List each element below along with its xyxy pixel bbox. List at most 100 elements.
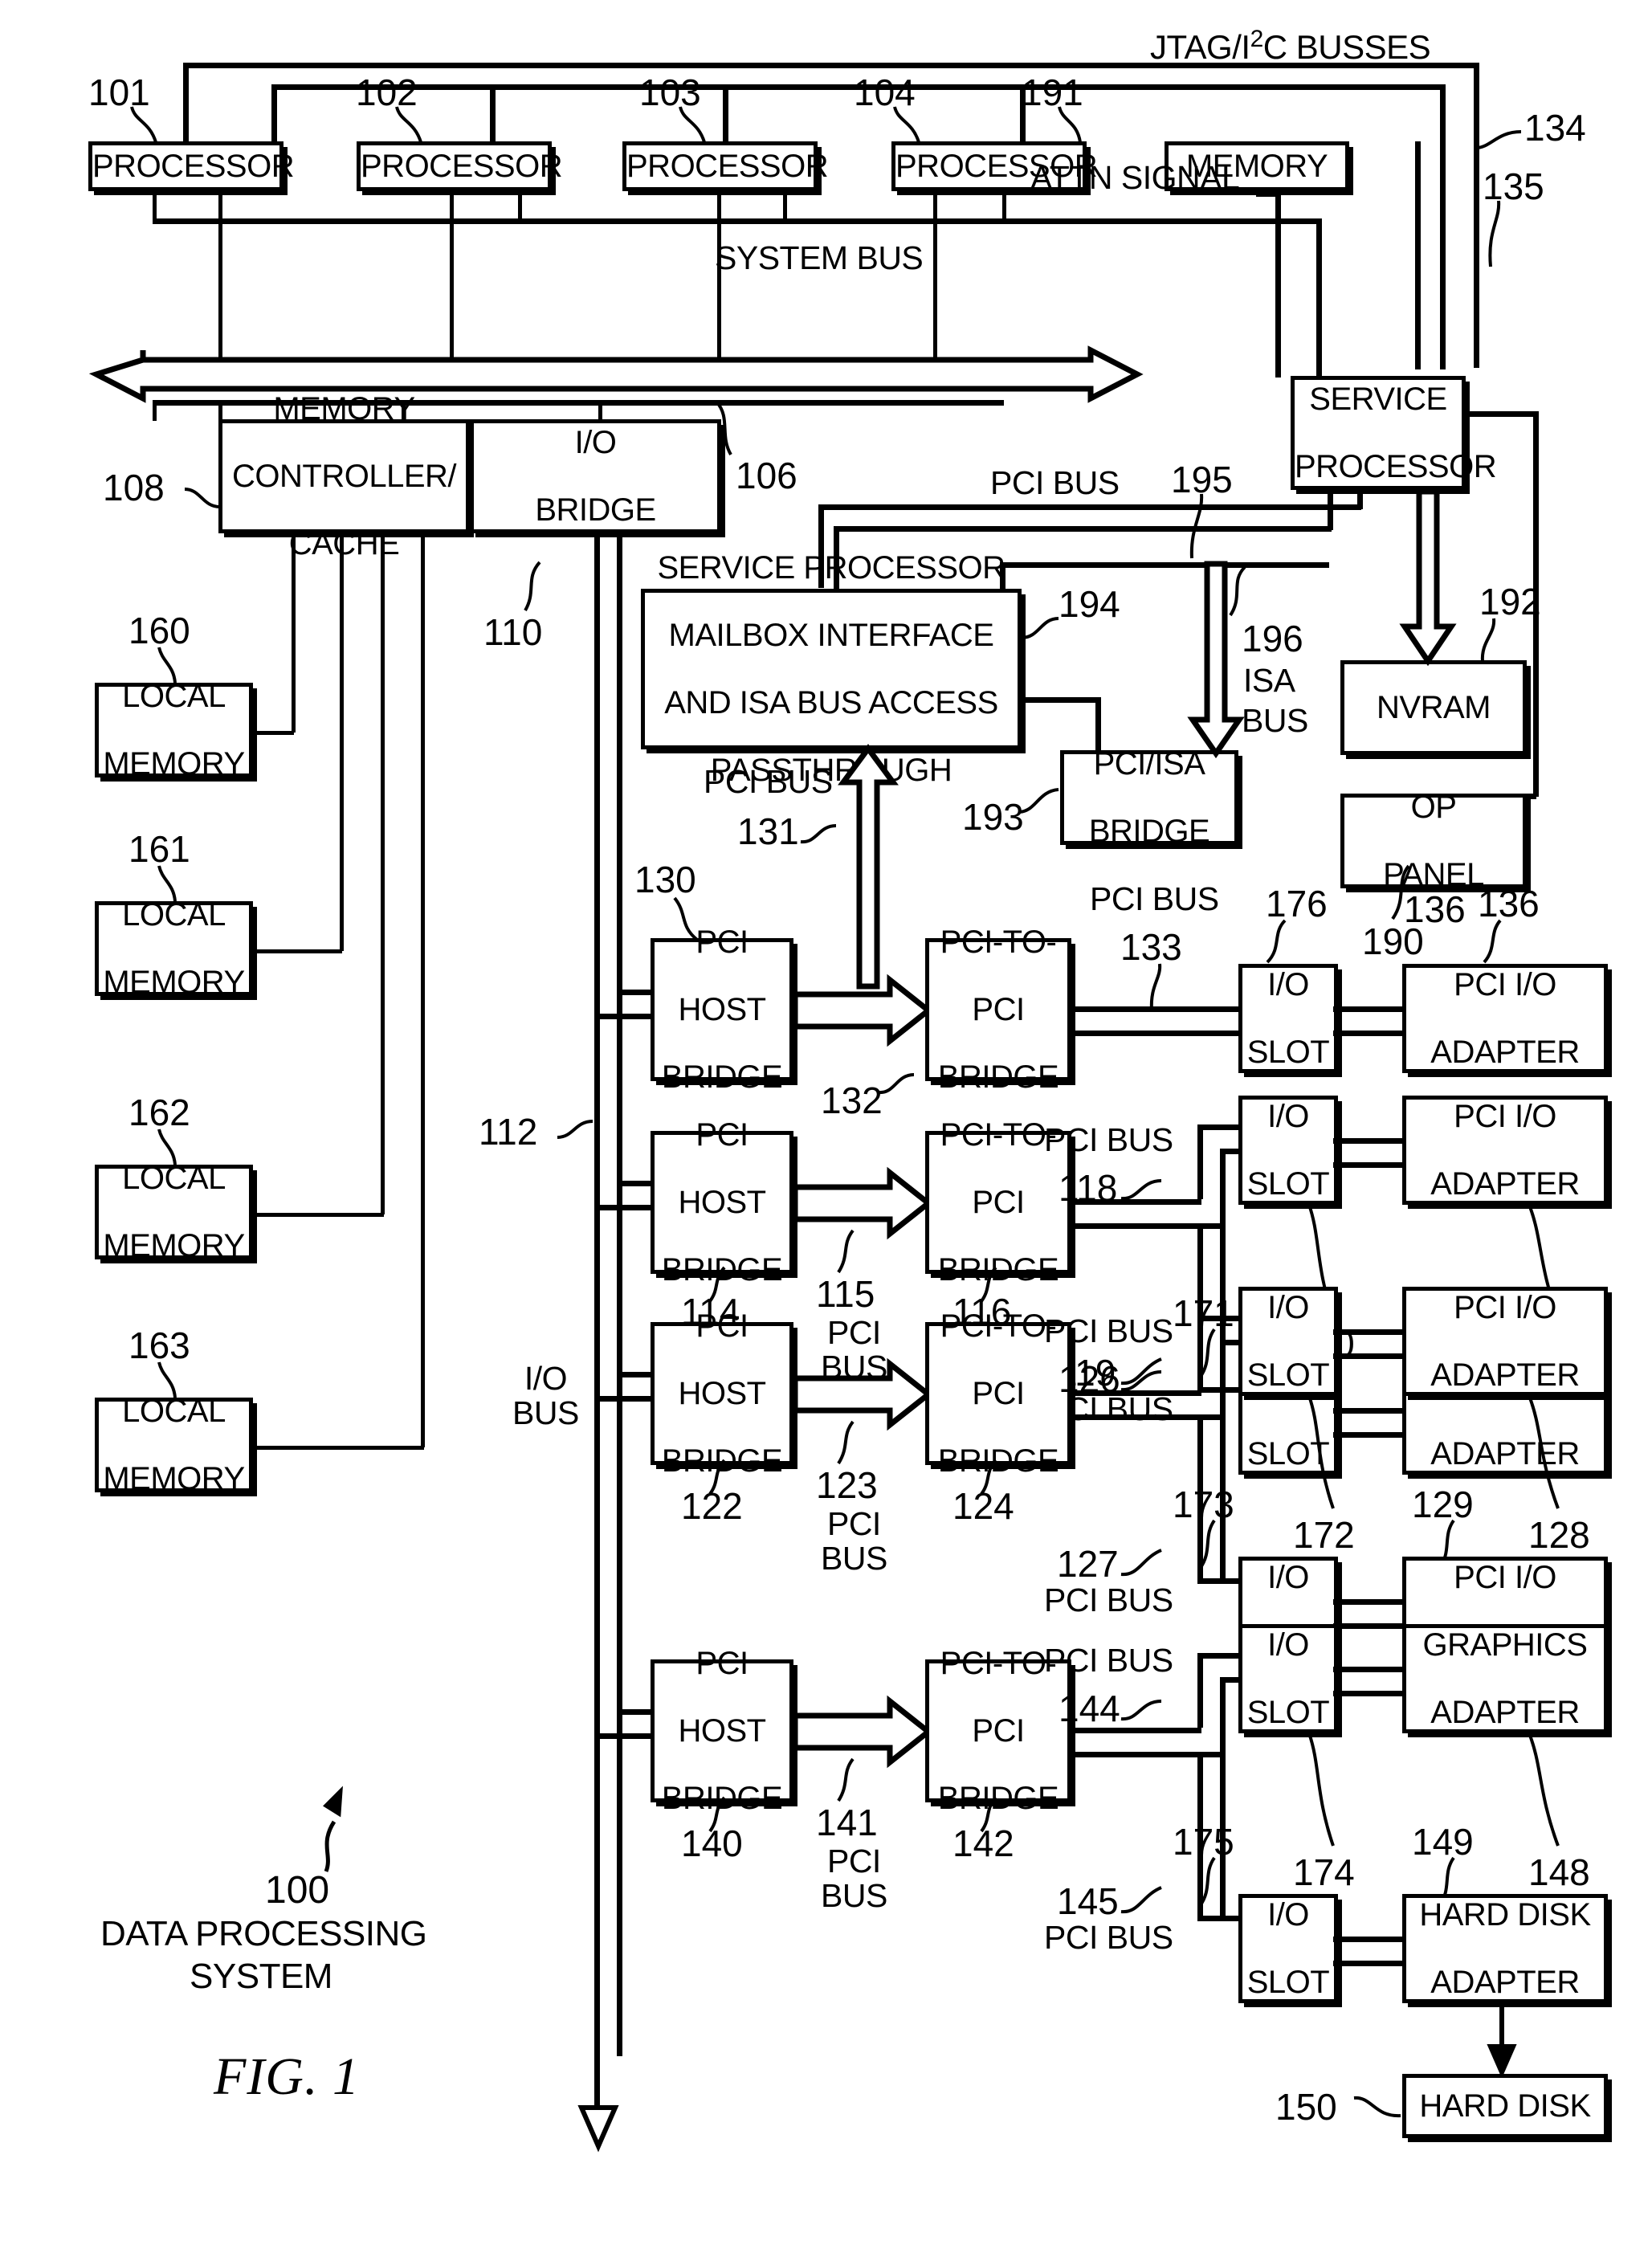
lead-128 — [1515, 1395, 1568, 1516]
io-bridge-line2: BRIDGE — [535, 492, 656, 528]
lead-140 — [705, 1796, 740, 1835]
adapter128-line2: ADAPTER — [1430, 1357, 1580, 1393]
pci-io-adapter-128[interactable]: PCI I/O ADAPTER — [1402, 1287, 1608, 1396]
ref-176: 176 — [1266, 883, 1328, 924]
system-ref-arrow — [305, 1786, 353, 1875]
proc2-bus-drop-b — [518, 191, 522, 218]
pci-host-bridge-122[interactable]: PCI HOST BRIDGE — [651, 1309, 793, 1478]
service-processor[interactable]: SERVICE PROCESSOR — [1291, 376, 1497, 490]
memory-controller-cache[interactable]: MEMORY CONTROLLER/ CACHE — [218, 392, 470, 561]
processor-101[interactable]: PROCESSOR — [88, 141, 295, 191]
phb140-text: PCI HOST BRIDGE — [655, 1647, 789, 1815]
slot171-link-a — [1333, 1408, 1402, 1414]
adapter128-line1: PCI I/O — [1454, 1290, 1556, 1325]
slot174-line2: SLOT — [1246, 1695, 1330, 1730]
lead-114 — [705, 1266, 740, 1304]
phb130-line1: PCI — [695, 924, 748, 960]
lead-131 — [800, 819, 844, 856]
phb122-text: PCI HOST BRIDGE — [655, 1309, 789, 1478]
sp-right-h — [1466, 411, 1538, 417]
jtag-bus-rail-outer — [183, 63, 1479, 68]
system-label-line1: DATA PROCESSING — [100, 1914, 427, 1953]
lm161-wire-v — [340, 533, 344, 951]
jtag-bus-right-drop — [1474, 63, 1479, 368]
jtag-bus-label: JTAG/I2C BUSSES — [1150, 26, 1431, 66]
jtag-bus-drop-sp-a — [1440, 84, 1446, 369]
ref-108: 108 — [103, 467, 165, 508]
pci-host-bridge-130[interactable]: PCI HOST BRIDGE — [651, 925, 793, 1094]
ref-163: 163 — [128, 1324, 190, 1366]
pci-to-pci-bridge-g1[interactable]: PCI-TO- PCI BRIDGE — [925, 925, 1071, 1094]
memory-controller-text: MEMORY CONTROLLER/ CACHE — [222, 392, 466, 561]
io-slot-174[interactable]: I/O SLOT — [1238, 1624, 1338, 1733]
local-memory-163[interactable]: LOCAL MEMORY — [95, 1394, 253, 1496]
g4-bridge-arrow — [792, 1695, 933, 1769]
g3-tap-b — [594, 1396, 654, 1402]
lead-144 — [1120, 1695, 1166, 1732]
adapter149-line1: HARD DISK — [1419, 1897, 1591, 1933]
pci-isa-bridge[interactable]: PCI/ISA BRIDGE — [1060, 747, 1238, 848]
ref-110: 110 — [483, 611, 543, 653]
pci-bus-rail-2-sp-drop — [1328, 490, 1333, 530]
hard-disk-adapter-149[interactable]: HARD DISK ADAPTER — [1402, 1894, 1608, 2003]
jtag-label-main: JTAG/I — [1150, 28, 1250, 66]
pci-host-bridge-140[interactable]: PCI HOST BRIDGE — [651, 1647, 793, 1815]
nvram[interactable]: NVRAM — [1340, 660, 1527, 755]
ref-150: 150 — [1275, 2086, 1337, 2128]
ref-141: 141 — [816, 1802, 878, 1843]
slot174-line1: I/O — [1267, 1627, 1309, 1663]
service-processor-text: SERVICE PROCESSOR — [1295, 382, 1497, 484]
adapter149-line2: ADAPTER — [1430, 1965, 1580, 2000]
local-memory-162-line2: MEMORY — [103, 1228, 245, 1263]
processor-103[interactable]: PROCESSOR — [622, 141, 829, 191]
slot174-link-a — [1333, 1667, 1402, 1672]
adapter136-text: PCI I/O ADAPTER — [1406, 968, 1604, 1069]
slot176-text: I/O SLOT — [1242, 968, 1334, 1069]
pci-bus-195-sp-drop — [1357, 490, 1363, 509]
slot172-link-b — [1333, 1353, 1402, 1359]
ref-192: 192 — [1479, 581, 1541, 622]
pci-io-adapter-136[interactable]: PCI I/O ADAPTER — [1402, 964, 1608, 1073]
graphics-adapter-148[interactable]: GRAPHICS ADAPTER — [1402, 1624, 1608, 1733]
local-memory-161[interactable]: LOCAL MEMORY — [95, 898, 253, 999]
processor-102[interactable]: PROCESSOR — [357, 141, 563, 191]
phb130-text: PCI HOST BRIDGE — [655, 925, 789, 1094]
adapter148-line2: ADAPTER — [1430, 1695, 1580, 1730]
jtag-superscript: 2 — [1250, 26, 1264, 52]
mailbox-text: SERVICE PROCESSOR MAILBOX INTERFACE AND … — [650, 551, 1013, 787]
io-bridge-line1: I/O — [574, 425, 617, 460]
pci-host-bridge-114[interactable]: PCI HOST BRIDGE — [651, 1118, 793, 1287]
io-bus-line1: I/O — [524, 1360, 568, 1397]
ref-173: 173 — [1173, 1484, 1234, 1525]
mailbox-to-isa-h — [1022, 697, 1100, 703]
hard-disk-150[interactable]: HARD DISK — [1402, 2074, 1608, 2138]
service-processor-mailbox-interface[interactable]: SERVICE PROCESSOR MAILBOX INTERFACE AND … — [641, 551, 1022, 787]
mailbox-line3: AND ISA BUS ACCESS — [664, 685, 998, 720]
io-bus-label-group: I/O BUS — [512, 1361, 579, 1431]
local-memory-163-line2: MEMORY — [103, 1461, 245, 1496]
pci-io-adapter-120[interactable]: PCI I/O ADAPTER — [1402, 1096, 1608, 1205]
local-memory-162[interactable]: LOCAL MEMORY — [95, 1161, 253, 1263]
inner-rail-upper — [153, 218, 1004, 224]
lead-196 — [1221, 565, 1261, 618]
io-bridge[interactable]: I/O BRIDGE — [470, 419, 721, 533]
slot172-link-a — [1333, 1329, 1402, 1335]
io-slot-170[interactable]: I/O SLOT — [1238, 1096, 1338, 1205]
lm162-wire-v — [381, 533, 385, 1214]
g2-tap-b — [594, 1205, 654, 1210]
pci-to-pci-bridge-142[interactable]: PCI-TO- PCI BRIDGE — [925, 1647, 1071, 1815]
p2p-g1-line3: BRIDGE — [937, 1059, 1059, 1095]
io-slot-172[interactable]: I/O SLOT — [1238, 1287, 1338, 1396]
io-slot-176[interactable]: I/O SLOT — [1238, 964, 1338, 1073]
g2-bridge-arrow — [792, 1166, 933, 1240]
jtag-bus-drop-p2a — [271, 84, 277, 141]
local-memory-160[interactable]: LOCAL MEMORY — [95, 680, 253, 781]
lead-123 — [834, 1420, 869, 1467]
pci-bus-141-label: PCI BUS — [821, 1843, 887, 1913]
op-panel[interactable]: OP PANEL — [1340, 790, 1527, 892]
io-bus-trunk-b — [617, 533, 622, 2056]
io-slot-175[interactable]: I/O SLOT — [1238, 1894, 1338, 2003]
g2-out-rail-a — [1071, 1199, 1201, 1205]
memory-controller-line1: MEMORY — [273, 391, 415, 427]
hard-disk-label: HARD DISK — [1419, 2088, 1591, 2124]
